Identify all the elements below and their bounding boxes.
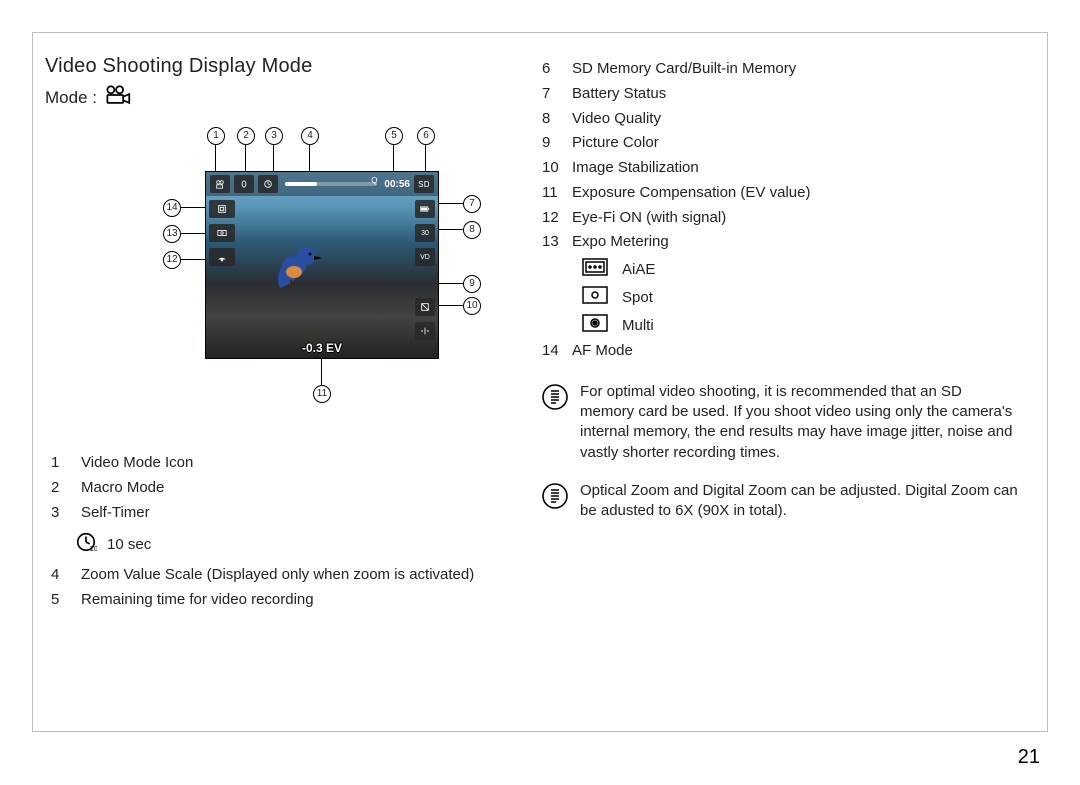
- note-text: Optical Zoom and Digital Zoom can be adj…: [580, 481, 1019, 522]
- legend-item: 9Picture Color: [542, 131, 1019, 156]
- display-diagram: 1 2 3 4 5 6 7 8 9 10: [145, 127, 505, 427]
- callout-6: 6: [417, 127, 435, 145]
- legend-item: 13Expo Metering: [542, 230, 1019, 255]
- svg-text:10: 10: [90, 544, 97, 553]
- timer-10s-icon: 10: [75, 531, 97, 557]
- picture-color-icon: [415, 298, 435, 316]
- spot-metering-icon: [582, 286, 608, 308]
- legend-right-bottom: 14AF Mode: [542, 339, 1019, 364]
- legend-item: 12Eye-Fi ON (with signal): [542, 206, 1019, 231]
- callout-11: 11: [313, 385, 331, 403]
- legend-item: 6SD Memory Card/Built-in Memory: [542, 57, 1019, 82]
- right-column: 6SD Memory Card/Built-in Memory 7Battery…: [536, 55, 1019, 731]
- video-quality-icon: 30: [415, 224, 435, 242]
- lcd-top-bar: 00:56 SD: [206, 172, 438, 196]
- video-camera-icon: [103, 84, 131, 111]
- metering-spot: Spot: [542, 283, 1019, 311]
- callout-4: 4: [301, 127, 319, 145]
- legend-item: 2Macro Mode: [51, 476, 522, 501]
- af-mode-icon: [209, 200, 235, 218]
- page-number: 21: [1018, 746, 1040, 769]
- lcd-left-icons: [206, 200, 235, 266]
- video-mode-icon: [210, 175, 230, 193]
- legend-item: 5Remaining time for video recording: [51, 588, 522, 613]
- legend-item: 3Self-Timer: [51, 501, 522, 526]
- legend-right-top: 6SD Memory Card/Built-in Memory 7Battery…: [542, 57, 1019, 255]
- callout-1: 1: [207, 127, 225, 145]
- page-frame: Video Shooting Display Mode Mode : 1 2 3…: [0, 0, 1080, 785]
- macro-icon: [234, 175, 254, 193]
- ev-value: -0.3 EV: [302, 341, 342, 355]
- self-timer-icon: [258, 175, 278, 193]
- lcd-right-icons: 30 VD: [409, 200, 438, 340]
- note-text: For optimal video shooting, it is recomm…: [580, 382, 1019, 463]
- battery-icon: [415, 200, 435, 218]
- legend-item: 10Image Stabilization: [542, 156, 1019, 181]
- callout-5: 5: [385, 127, 403, 145]
- legend-item: 7Battery Status: [542, 82, 1019, 107]
- mode-label: Mode :: [45, 88, 97, 108]
- note-zoom: Optical Zoom and Digital Zoom can be adj…: [542, 481, 1019, 522]
- mode-line: Mode :: [45, 84, 522, 111]
- zoom-scale: [285, 182, 377, 186]
- metering-label: Spot: [622, 289, 653, 306]
- remaining-time: 00:56: [384, 179, 410, 190]
- callout-8: 8: [463, 221, 481, 239]
- multi-metering-icon: [582, 314, 608, 336]
- callout-10: 10: [463, 297, 481, 315]
- legend-item: 1Video Mode Icon: [51, 451, 522, 476]
- self-timer-sub-label: 10 sec: [107, 536, 151, 553]
- metering-multi: Multi: [542, 311, 1019, 339]
- metering-label: AiAE: [622, 261, 655, 278]
- left-column: Video Shooting Display Mode Mode : 1 2 3…: [45, 55, 528, 731]
- stabilization-icon: [415, 322, 435, 340]
- callout-14: 14: [163, 199, 181, 217]
- legend-item: 8Video Quality: [542, 107, 1019, 132]
- content-area: Video Shooting Display Mode Mode : 1 2 3…: [32, 32, 1048, 732]
- legend-item: 4Zoom Value Scale (Displayed only when z…: [51, 563, 522, 588]
- section-title: Video Shooting Display Mode: [45, 55, 522, 78]
- callout-13: 13: [163, 225, 181, 243]
- metering-icon: [209, 224, 235, 242]
- eyefi-icon: [209, 248, 235, 266]
- callout-7: 7: [463, 195, 481, 213]
- sd-card-icon: SD: [414, 175, 434, 193]
- legend-left-cont: 4Zoom Value Scale (Displayed only when z…: [51, 563, 522, 613]
- callout-2: 2: [237, 127, 255, 145]
- aiae-metering-icon: [582, 258, 608, 280]
- legend-item: 14AF Mode: [542, 339, 1019, 364]
- self-timer-sub: 10 10 sec: [45, 525, 522, 563]
- video-quality-badge: VD: [415, 248, 435, 266]
- callout-9: 9: [463, 275, 481, 293]
- legend-item: 11Exposure Compensation (EV value): [542, 181, 1019, 206]
- callout-3: 3: [265, 127, 283, 145]
- note-sd-card: For optimal video shooting, it is recomm…: [542, 382, 1019, 463]
- bird-illustration: [264, 238, 328, 302]
- metering-aiae: AiAE: [542, 255, 1019, 283]
- note-icon: [542, 481, 568, 522]
- metering-label: Multi: [622, 317, 654, 334]
- note-icon: [542, 382, 568, 463]
- legend-left: 1Video Mode Icon 2Macro Mode 3Self-Timer: [51, 451, 522, 525]
- callout-12: 12: [163, 251, 181, 269]
- camera-lcd: 00:56 SD 30 VD: [205, 171, 439, 359]
